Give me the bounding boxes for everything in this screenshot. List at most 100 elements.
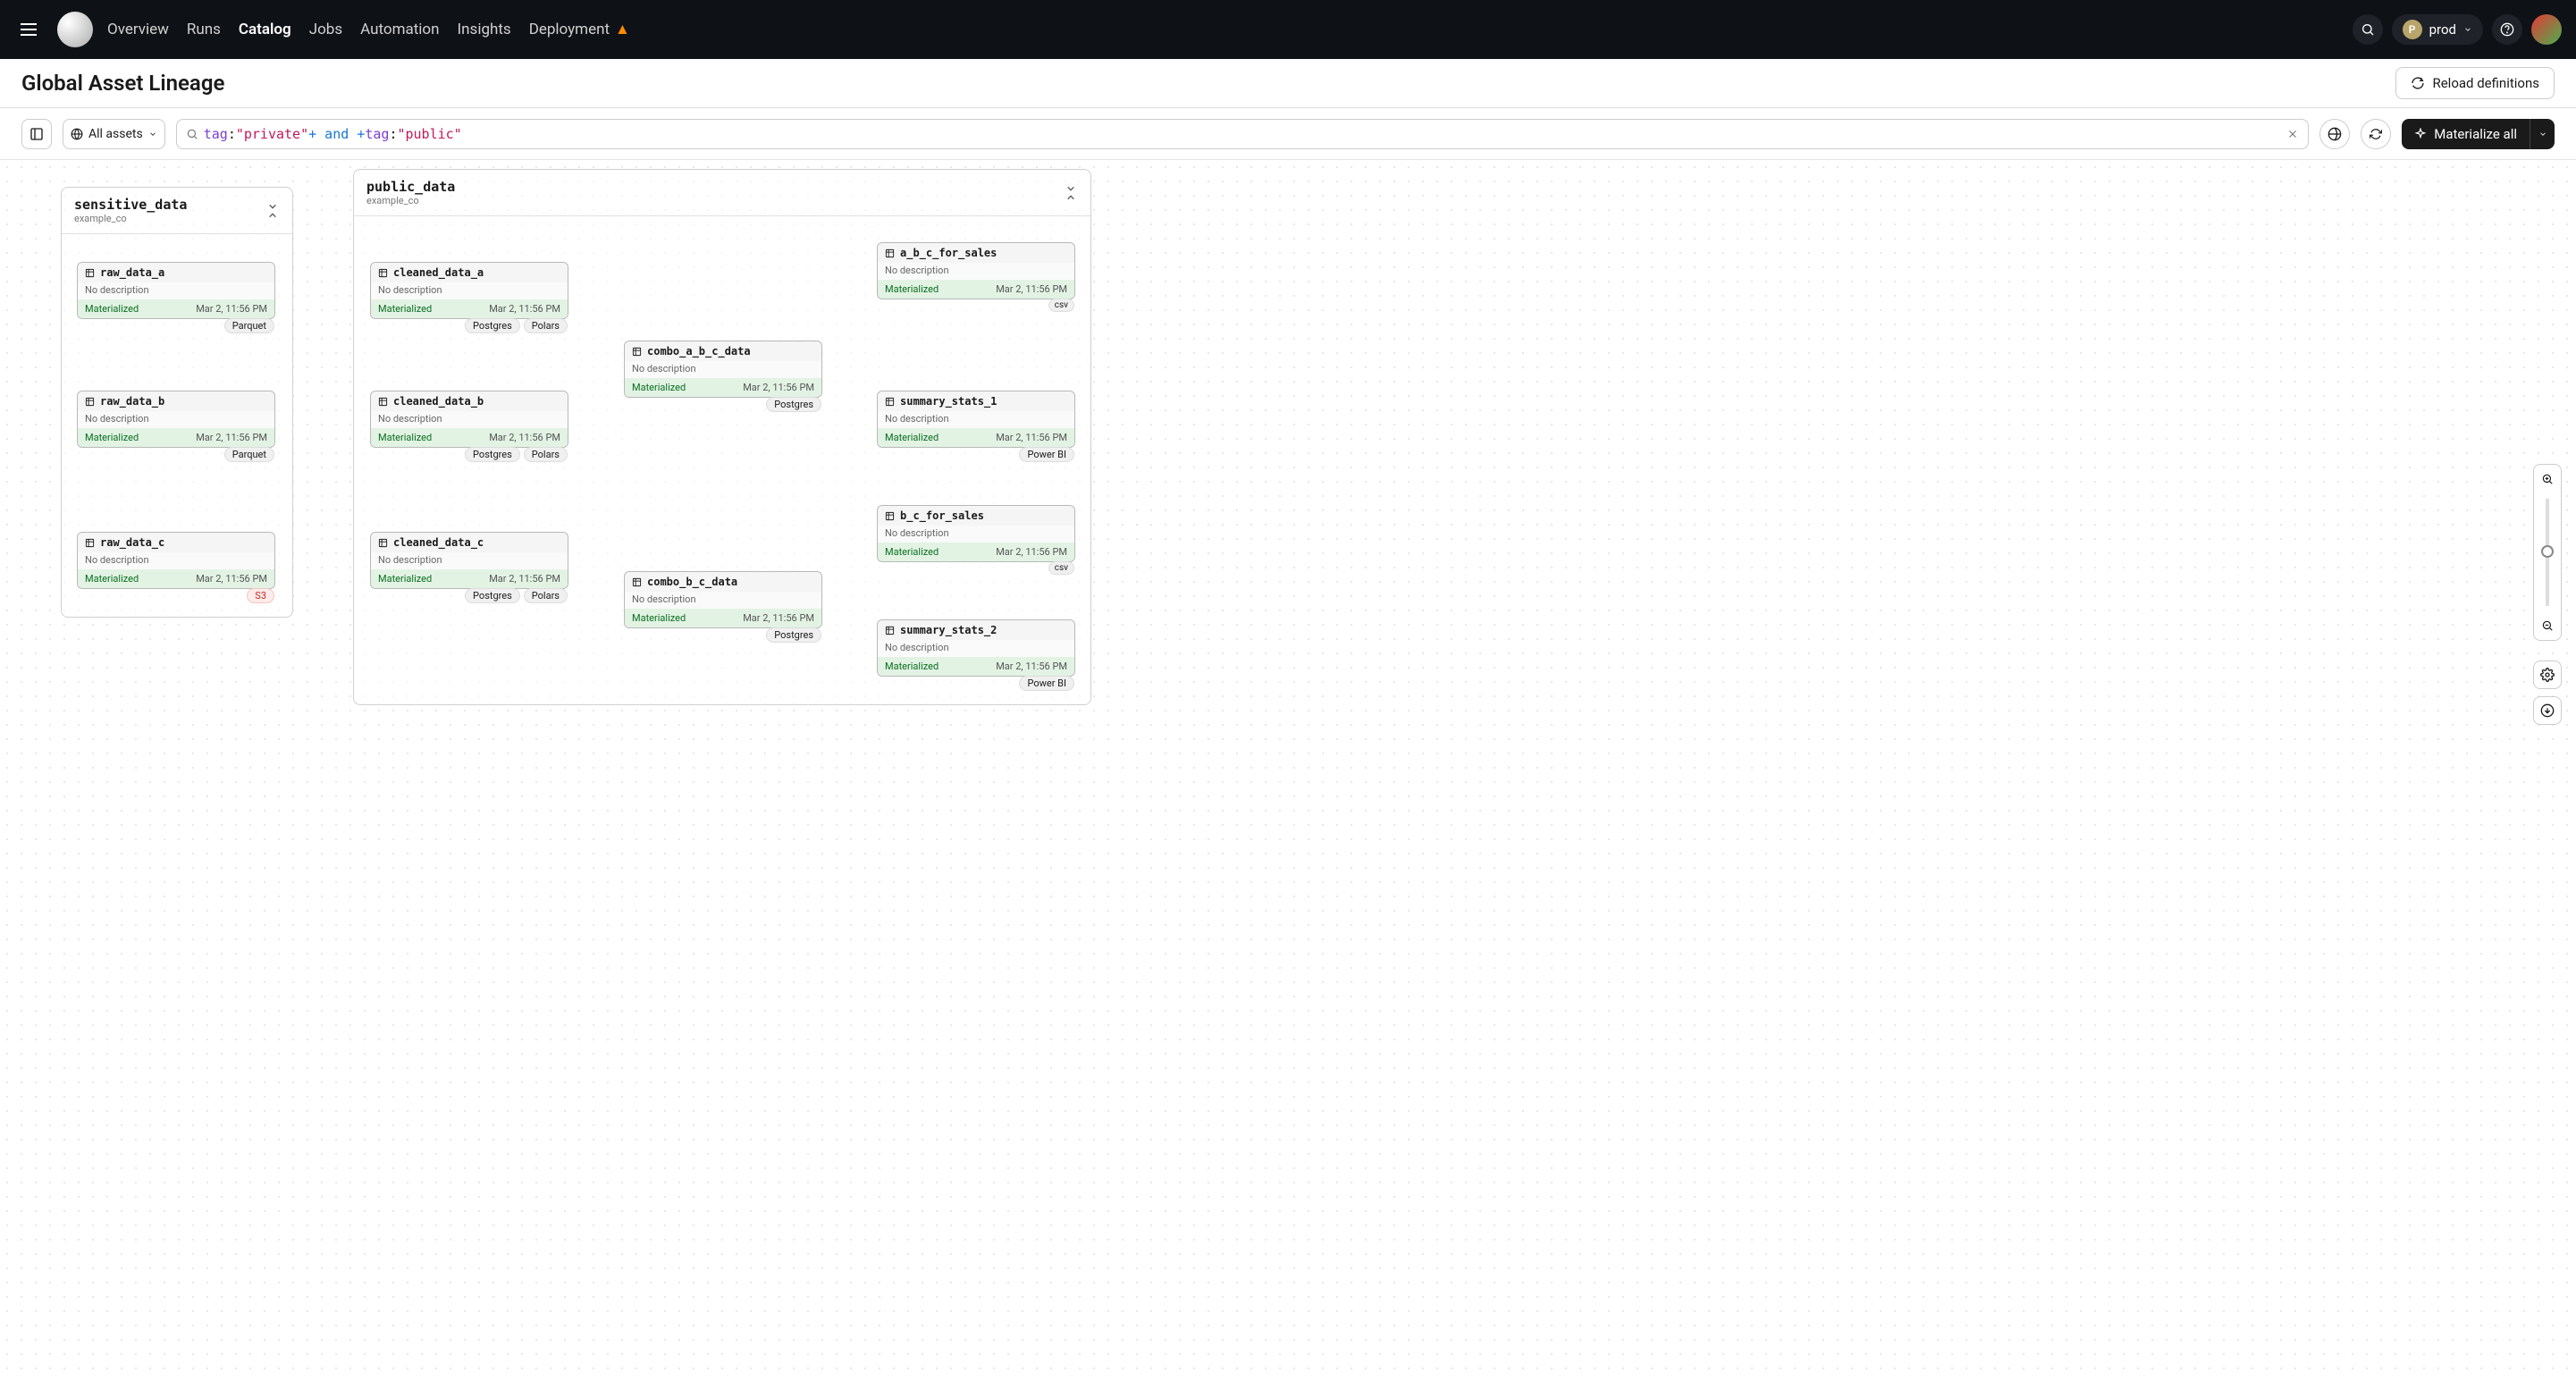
tag-parquet: Parquet: [224, 318, 274, 333]
table-icon: [85, 538, 95, 548]
asset-description: No description: [371, 282, 568, 299]
asset-raw_data_a[interactable]: raw_data_a No description MaterializedMa…: [77, 262, 275, 319]
asset-combo_a_b_c_data[interactable]: combo_a_b_c_data No description Material…: [624, 341, 822, 398]
asset-status: MaterializedMar 2, 11:56 PM: [371, 299, 568, 318]
all-assets-button[interactable]: All assets: [63, 119, 165, 149]
asset-title: cleaned_data_c: [371, 533, 568, 552]
asset-combo_b_c_data[interactable]: combo_b_c_data No description Materializ…: [624, 571, 822, 628]
zoom-handle[interactable]: [2541, 545, 2554, 558]
nav-link-jobs[interactable]: Jobs: [309, 21, 342, 38]
asset-cleaned_data_b[interactable]: cleaned_data_b No description Materializ…: [370, 391, 568, 448]
nav-link-catalog[interactable]: Catalog: [239, 21, 291, 38]
table-icon: [885, 248, 895, 258]
asset-tags: Postgres Polars: [465, 588, 568, 603]
tag-polars: Polars: [524, 447, 568, 462]
table-icon: [885, 397, 895, 407]
asset-status: MaterializedMar 2, 11:56 PM: [625, 609, 821, 627]
tag-power-bi: Power BI: [1019, 676, 1074, 691]
zoom-in-button[interactable]: [2534, 465, 2561, 493]
asset-title: cleaned_data_b: [371, 391, 568, 411]
table-icon: [378, 268, 388, 278]
zoom-slider[interactable]: [2546, 499, 2549, 606]
download-icon: [2540, 703, 2555, 718]
asset-tags: csv: [1048, 561, 1074, 575]
nav-link-insights[interactable]: Insights: [458, 21, 511, 38]
download-button[interactable]: [2533, 696, 2562, 725]
asset-title: raw_data_a: [78, 263, 274, 282]
asset-description: No description: [371, 552, 568, 569]
menu-icon[interactable]: [14, 15, 43, 44]
asset-tags: PostgresPolars: [465, 318, 568, 333]
nav-link-automation[interactable]: Automation: [360, 21, 439, 38]
refresh-icon: [2370, 128, 2382, 140]
asset-b_c_for_sales[interactable]: b_c_for_sales No description Materialize…: [877, 505, 1075, 562]
zoom-out-button[interactable]: [2534, 611, 2561, 640]
search-input[interactable]: tag:"private"+ and +tag:"public": [176, 119, 2310, 149]
environment-selector[interactable]: P prod: [2392, 14, 2483, 45]
asset-title: combo_b_c_data: [625, 572, 821, 592]
chevron-down-icon: [148, 130, 157, 139]
lineage-canvas[interactable]: sensitive_data example_co public_data ex…: [0, 160, 2576, 1380]
materialize-all-button[interactable]: Materialize all: [2402, 119, 2530, 149]
asset-title: cleaned_data_a: [371, 263, 568, 282]
asset-cleaned_data_a[interactable]: cleaned_data_a No description Materializ…: [370, 262, 568, 319]
group-subtitle: example_co: [74, 213, 187, 224]
asset-description: No description: [878, 640, 1074, 657]
nav-link-deployment[interactable]: Deployment▲: [529, 21, 630, 38]
user-avatar[interactable]: [2531, 14, 2562, 45]
table-icon: [632, 577, 642, 587]
toolbar: All assets tag:"private"+ and +tag:"publ…: [0, 108, 2576, 160]
table-icon: [632, 347, 642, 357]
asset-summary_stats_2[interactable]: summary_stats_2 No description Materiali…: [877, 619, 1075, 677]
tag-csv: csv: [1048, 561, 1074, 575]
tag-s3: S3: [247, 588, 274, 603]
asset-status: MaterializedMar 2, 11:56 PM: [371, 428, 568, 447]
asset-title: combo_a_b_c_data: [625, 341, 821, 361]
logo[interactable]: [57, 12, 93, 47]
clear-icon[interactable]: [2286, 128, 2299, 140]
asset-summary_stats_1[interactable]: summary_stats_1 No description Materiali…: [877, 391, 1075, 448]
help-icon[interactable]: [2492, 14, 2522, 45]
tag-parquet: Parquet: [224, 447, 274, 462]
asset-raw_data_b[interactable]: raw_data_b No description MaterializedMa…: [77, 391, 275, 448]
env-label: prod: [2429, 21, 2456, 38]
table-icon: [85, 397, 95, 407]
asset-tags: Power BI: [1019, 676, 1074, 691]
tag-polars: Polars: [524, 588, 568, 603]
search-icon[interactable]: [2353, 14, 2383, 45]
refresh-button[interactable]: [2361, 119, 2391, 149]
collapse-icon[interactable]: [265, 204, 280, 218]
asset-cleaned_data_c[interactable]: cleaned_data_c No description Materializ…: [370, 532, 568, 589]
globe-button[interactable]: [2319, 119, 2350, 149]
asset-title: a_b_c_for_sales: [878, 243, 1074, 263]
tag-postgres: Postgres: [465, 588, 520, 603]
env-avatar: P: [2403, 20, 2422, 39]
table-icon: [885, 511, 895, 521]
group-title: sensitive_data: [74, 197, 187, 213]
settings-button[interactable]: [2533, 661, 2562, 689]
asset-status: MaterializedMar 2, 11:56 PM: [78, 299, 274, 318]
asset-a_b_c_for_sales[interactable]: a_b_c_for_sales No description Materiali…: [877, 242, 1075, 299]
sparkle-icon: [2414, 128, 2427, 140]
asset-tags: csv: [1048, 299, 1074, 312]
asset-status: MaterializedMar 2, 11:56 PM: [878, 543, 1074, 561]
asset-title: summary_stats_2: [878, 620, 1074, 640]
asset-title: b_c_for_sales: [878, 506, 1074, 526]
reload-definitions-button[interactable]: Reload definitions: [2395, 67, 2555, 99]
group-header: public_data example_co: [354, 170, 1090, 216]
nav-link-overview[interactable]: Overview: [107, 21, 169, 38]
asset-tags: Postgres: [766, 397, 821, 412]
nav-link-runs[interactable]: Runs: [187, 21, 221, 38]
asset-description: No description: [878, 263, 1074, 280]
group-header: sensitive_data example_co: [62, 188, 292, 234]
asset-description: No description: [78, 282, 274, 299]
tag-postgres: Postgres: [465, 318, 520, 333]
asset-tags: Parquet: [224, 318, 274, 333]
materialize-dropdown[interactable]: [2530, 119, 2555, 149]
top-nav: Overview Runs Catalog Jobs Automation Insight…: [0, 0, 2576, 59]
asset-description: No description: [625, 592, 821, 609]
asset-status: MaterializedMar 2, 11:56 PM: [878, 280, 1074, 299]
collapse-icon[interactable]: [1064, 186, 1078, 200]
toggle-sidebar-button[interactable]: [21, 119, 52, 149]
asset-raw_data_c[interactable]: raw_data_c No description MaterializedMa…: [77, 532, 275, 589]
